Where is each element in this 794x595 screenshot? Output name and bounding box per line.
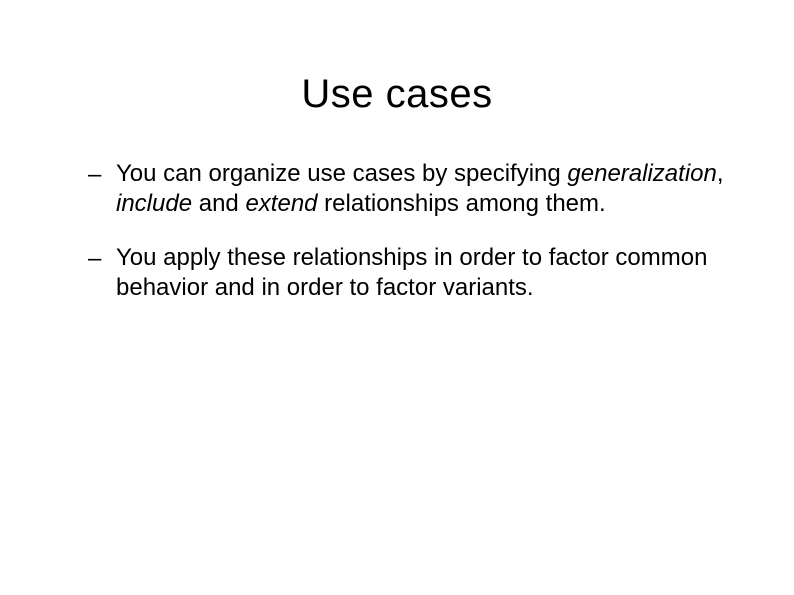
list-item: – You apply these relationships in order… — [88, 243, 734, 303]
text-run: You can organize use cases by specifying — [116, 160, 567, 187]
bullet-dash-icon: – — [88, 159, 116, 190]
slide-title: Use cases — [0, 72, 794, 117]
italic-term: generalization — [567, 160, 716, 187]
bullet-text: You can organize use cases by specifying… — [116, 159, 734, 219]
bullet-text: You apply these relationships in order t… — [116, 243, 734, 303]
text-run: , — [717, 160, 724, 187]
slide: Use cases – You can organize use cases b… — [0, 0, 794, 595]
list-item: – You can organize use cases by specifyi… — [88, 159, 734, 219]
italic-term: include — [116, 190, 192, 217]
text-run: and — [192, 190, 245, 217]
text-run: relationships among them. — [318, 190, 606, 217]
italic-term: extend — [245, 190, 317, 217]
bullet-dash-icon: – — [88, 243, 116, 274]
content-area: – You can organize use cases by specifyi… — [0, 159, 794, 303]
